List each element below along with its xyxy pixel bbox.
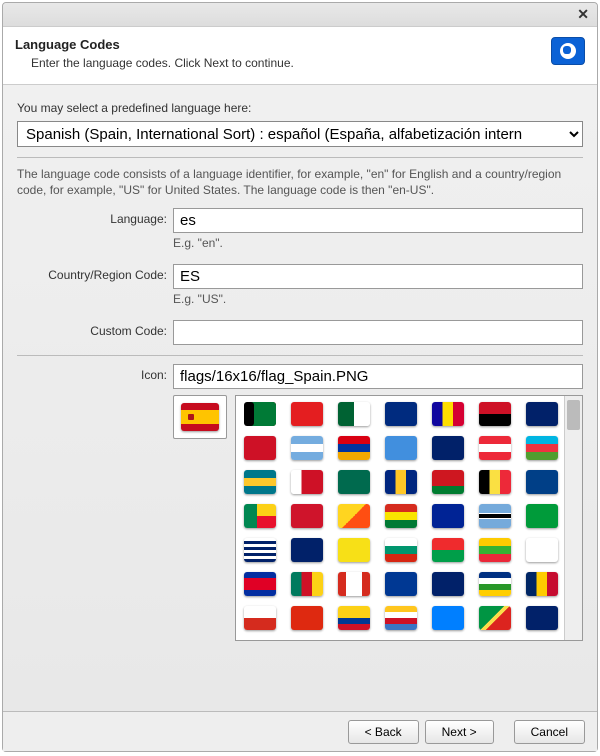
back-button[interactable]: < Back xyxy=(348,720,419,744)
region-example: E.g. "US". xyxy=(173,292,583,306)
flag-bolivia[interactable] xyxy=(385,504,417,528)
flag-albania[interactable] xyxy=(291,402,323,426)
flag-cookis[interactable] xyxy=(526,606,558,630)
flag-belarus[interactable] xyxy=(432,470,464,494)
flag-barbados[interactable] xyxy=(385,470,417,494)
scrollbar[interactable] xyxy=(564,396,582,640)
icon-path-input[interactable] xyxy=(173,364,583,389)
cancel-button[interactable]: Cancel xyxy=(514,720,585,744)
flag-brazil[interactable] xyxy=(526,504,558,528)
flag-bangladesh[interactable] xyxy=(338,470,370,494)
next-button[interactable]: Next > xyxy=(425,720,494,744)
flag-grid xyxy=(236,396,564,640)
flag-andorra[interactable] xyxy=(432,402,464,426)
flag-cayman[interactable] xyxy=(432,572,464,596)
flag-bosnia[interactable] xyxy=(432,504,464,528)
flag-antigua[interactable] xyxy=(244,436,276,460)
flag-burma[interactable] xyxy=(479,538,511,562)
language-input[interactable] xyxy=(173,208,583,233)
flag-botswana[interactable] xyxy=(479,504,511,528)
flag-china[interactable] xyxy=(291,606,323,630)
flag-austria[interactable] xyxy=(479,436,511,460)
flag-bahrain[interactable] xyxy=(291,470,323,494)
flag-algeria[interactable] xyxy=(338,402,370,426)
flag-anguilla[interactable] xyxy=(526,402,558,426)
flag-rcongo[interactable] xyxy=(479,606,511,630)
flag-cameroon[interactable] xyxy=(291,572,323,596)
flag-bvi[interactable] xyxy=(291,538,323,562)
flag-car[interactable] xyxy=(479,572,511,596)
flag-comoros[interactable] xyxy=(385,606,417,630)
flag-benin[interactable] xyxy=(244,504,276,528)
flag-bermuda[interactable] xyxy=(291,504,323,528)
language-label: Language: xyxy=(17,208,173,226)
footer: < Back Next > Cancel xyxy=(3,711,597,751)
titlebar: ✕ xyxy=(3,3,597,27)
page-title: Language Codes xyxy=(15,37,294,52)
divider xyxy=(17,157,583,158)
flag-belize[interactable] xyxy=(526,470,558,494)
language-example: E.g. "en". xyxy=(173,236,583,250)
close-icon[interactable]: ✕ xyxy=(577,6,589,23)
body: You may select a predefined language her… xyxy=(3,85,597,711)
custom-input[interactable] xyxy=(173,320,583,345)
predefined-language-select[interactable]: Spanish (Spain, International Sort) : es… xyxy=(17,121,583,147)
flag-drcongo[interactable] xyxy=(432,606,464,630)
flag-cambodia[interactable] xyxy=(244,572,276,596)
flag-bahamas[interactable] xyxy=(244,470,276,494)
icon-preview xyxy=(173,395,227,439)
flag-bhutan[interactable] xyxy=(338,504,370,528)
globe-icon[interactable] xyxy=(551,37,585,65)
scroll-thumb[interactable] xyxy=(567,400,580,430)
flag-aruba[interactable] xyxy=(385,436,417,460)
flag-picker xyxy=(235,395,583,641)
flag-bulgaria[interactable] xyxy=(385,538,417,562)
divider xyxy=(17,355,583,356)
flag-australia[interactable] xyxy=(432,436,464,460)
help-text: The language code consists of a language… xyxy=(17,166,583,198)
flag-armenia[interactable] xyxy=(338,436,370,460)
flag-burkina[interactable] xyxy=(432,538,464,562)
flag-biot[interactable] xyxy=(244,538,276,562)
flag-capeverde[interactable] xyxy=(385,572,417,596)
flag-colombia[interactable] xyxy=(338,606,370,630)
dialog-window: ✕ Language Codes Enter the language code… xyxy=(2,2,598,752)
flag-canada[interactable] xyxy=(338,572,370,596)
flag-burundi[interactable] xyxy=(526,538,558,562)
region-label: Country/Region Code: xyxy=(17,264,173,282)
flag-angola[interactable] xyxy=(479,402,511,426)
flag-chile[interactable] xyxy=(244,606,276,630)
flag-brunei[interactable] xyxy=(338,538,370,562)
header: Language Codes Enter the language codes.… xyxy=(3,27,597,85)
region-input[interactable] xyxy=(173,264,583,289)
flag-afghanistan[interactable] xyxy=(244,402,276,426)
custom-label: Custom Code: xyxy=(17,320,173,338)
flag-argentina[interactable] xyxy=(291,436,323,460)
flag-belgium[interactable] xyxy=(479,470,511,494)
flag-spain-preview xyxy=(181,403,219,431)
icon-label: Icon: xyxy=(17,364,173,382)
predefined-label: You may select a predefined language her… xyxy=(17,101,583,115)
flag-azerbaijan[interactable] xyxy=(526,436,558,460)
page-subtitle: Enter the language codes. Click Next to … xyxy=(31,56,294,70)
flag-chad[interactable] xyxy=(526,572,558,596)
flag-american-samoa[interactable] xyxy=(385,402,417,426)
